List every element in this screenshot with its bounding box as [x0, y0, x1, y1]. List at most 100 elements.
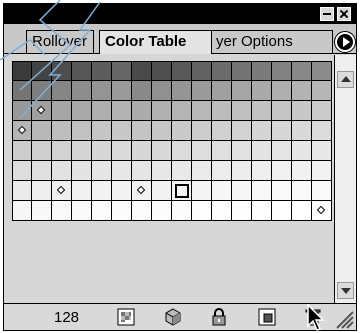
color-swatch[interactable] — [312, 81, 332, 101]
new-color-icon[interactable] — [258, 308, 276, 326]
color-swatch[interactable] — [92, 201, 112, 221]
color-swatch[interactable] — [32, 161, 52, 181]
color-swatch[interactable] — [112, 161, 132, 181]
color-swatch[interactable] — [112, 201, 132, 221]
color-swatch[interactable] — [12, 101, 32, 121]
minimize-icon[interactable] — [320, 7, 334, 21]
color-swatch[interactable] — [112, 101, 132, 121]
color-swatch[interactable] — [292, 141, 312, 161]
color-swatch[interactable] — [112, 61, 132, 81]
color-swatch[interactable] — [252, 201, 272, 221]
color-swatch[interactable] — [12, 201, 32, 221]
color-swatch[interactable] — [212, 61, 232, 81]
color-swatch[interactable] — [152, 201, 172, 221]
color-swatch[interactable] — [212, 81, 232, 101]
color-swatch[interactable] — [292, 161, 312, 181]
color-swatch[interactable] — [12, 181, 32, 201]
color-swatch[interactable] — [132, 181, 152, 201]
color-swatch[interactable] — [32, 81, 52, 101]
color-swatch[interactable] — [112, 121, 132, 141]
color-swatch[interactable] — [272, 161, 292, 181]
color-swatch[interactable] — [212, 161, 232, 181]
color-swatch[interactable] — [112, 141, 132, 161]
color-swatch[interactable] — [292, 81, 312, 101]
vertical-scrollbar[interactable] — [334, 55, 356, 303]
color-swatch[interactable] — [172, 181, 192, 201]
color-swatch[interactable] — [132, 121, 152, 141]
color-swatch[interactable] — [272, 121, 292, 141]
color-swatch[interactable] — [232, 141, 252, 161]
color-swatch[interactable] — [292, 101, 312, 121]
color-swatch[interactable] — [252, 81, 272, 101]
color-swatch[interactable] — [172, 81, 192, 101]
color-swatch[interactable] — [52, 101, 72, 121]
color-swatch[interactable] — [32, 61, 52, 81]
color-swatch[interactable] — [312, 61, 332, 81]
color-swatch[interactable] — [52, 201, 72, 221]
color-swatch[interactable] — [72, 101, 92, 121]
color-swatch[interactable] — [132, 141, 152, 161]
color-swatch[interactable] — [212, 181, 232, 201]
color-swatch[interactable] — [232, 121, 252, 141]
color-swatch[interactable] — [192, 101, 212, 121]
color-swatch[interactable] — [172, 161, 192, 181]
color-swatch[interactable] — [292, 61, 312, 81]
color-swatch[interactable] — [92, 181, 112, 201]
color-swatch[interactable] — [72, 81, 92, 101]
color-swatch[interactable] — [12, 81, 32, 101]
color-swatch[interactable] — [272, 101, 292, 121]
color-swatch[interactable] — [312, 201, 332, 221]
color-swatch[interactable] — [32, 181, 52, 201]
scroll-down-icon[interactable] — [337, 282, 354, 299]
color-swatch[interactable] — [172, 101, 192, 121]
color-swatch[interactable] — [192, 181, 212, 201]
color-swatch[interactable] — [192, 161, 212, 181]
color-swatch[interactable] — [52, 141, 72, 161]
color-swatch[interactable] — [312, 141, 332, 161]
color-swatch[interactable] — [232, 61, 252, 81]
color-swatch[interactable] — [312, 121, 332, 141]
color-swatch[interactable] — [52, 121, 72, 141]
color-swatch[interactable] — [32, 101, 52, 121]
color-swatch[interactable] — [232, 161, 252, 181]
resize-grip-icon[interactable] — [331, 306, 355, 330]
color-swatch[interactable] — [252, 61, 272, 81]
color-swatch[interactable] — [252, 141, 272, 161]
color-swatch[interactable] — [132, 201, 152, 221]
color-swatch[interactable] — [192, 81, 212, 101]
color-swatch[interactable] — [252, 101, 272, 121]
color-swatch[interactable] — [132, 161, 152, 181]
color-swatch[interactable] — [52, 61, 72, 81]
web-snap-icon[interactable] — [117, 308, 135, 326]
color-swatch[interactable] — [252, 161, 272, 181]
color-swatch[interactable] — [152, 101, 172, 121]
color-swatch[interactable] — [72, 201, 92, 221]
color-swatch[interactable] — [212, 141, 232, 161]
color-swatch[interactable] — [272, 81, 292, 101]
color-swatch[interactable] — [52, 161, 72, 181]
color-swatch[interactable] — [212, 201, 232, 221]
color-swatch[interactable] — [12, 121, 32, 141]
color-swatch[interactable] — [12, 161, 32, 181]
color-swatch[interactable] — [152, 161, 172, 181]
color-swatch[interactable] — [92, 141, 112, 161]
close-icon[interactable] — [337, 7, 351, 21]
color-swatch[interactable] — [72, 141, 92, 161]
color-swatch[interactable] — [272, 61, 292, 81]
color-swatch[interactable] — [192, 121, 212, 141]
color-swatch[interactable] — [112, 81, 132, 101]
tab-layer-options[interactable]: yer Options — [209, 30, 333, 53]
tab-rollover[interactable]: Rollover — [26, 30, 94, 53]
color-swatch[interactable] — [232, 81, 252, 101]
color-swatch[interactable] — [12, 61, 32, 81]
color-swatch[interactable] — [92, 61, 112, 81]
color-swatch[interactable] — [172, 141, 192, 161]
color-swatch[interactable] — [272, 201, 292, 221]
color-swatch[interactable] — [192, 141, 212, 161]
color-swatch[interactable] — [72, 161, 92, 181]
scroll-up-icon[interactable] — [337, 71, 354, 88]
color-swatch[interactable] — [72, 181, 92, 201]
lock-color-icon[interactable] — [210, 308, 228, 326]
color-swatch[interactable] — [172, 201, 192, 221]
color-swatch[interactable] — [152, 121, 172, 141]
